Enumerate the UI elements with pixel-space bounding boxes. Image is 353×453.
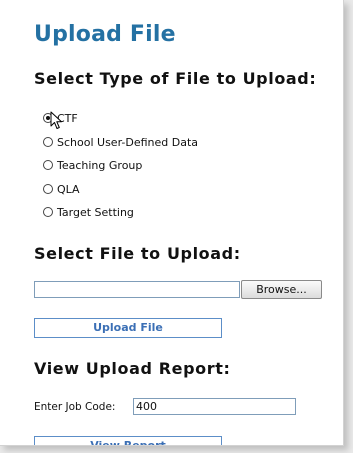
radio-button-icon[interactable]: [43, 184, 53, 194]
page-title: Upload File: [34, 22, 176, 47]
view-report-button[interactable]: View Report: [34, 436, 222, 445]
radio-option-label: School User-Defined Data: [57, 135, 199, 149]
radio-option-school-user-defined-data[interactable]: School User-Defined Data: [43, 134, 198, 150]
job-code-input[interactable]: [133, 398, 296, 415]
upload-file-button[interactable]: Upload File: [34, 318, 222, 338]
radio-option-label: Target Setting: [57, 205, 134, 219]
file-path-input[interactable]: [34, 281, 240, 298]
radio-option-label: Teaching Group: [57, 158, 143, 172]
radio-option-target-setting[interactable]: Target Setting: [43, 204, 134, 220]
radio-button-icon[interactable]: [43, 160, 53, 170]
file-select-heading: Select File to Upload:: [34, 244, 241, 263]
radio-option-qla[interactable]: QLA: [43, 181, 80, 197]
job-code-label: Enter Job Code:: [34, 401, 116, 413]
browse-button[interactable]: Browse...: [241, 280, 322, 299]
radio-button-icon[interactable]: [43, 137, 53, 147]
upload-file-panel: Upload File Select Type of File to Uploa…: [0, 0, 344, 446]
upload-report-heading: View Upload Report:: [34, 359, 231, 378]
radio-option-teaching-group[interactable]: Teaching Group: [43, 157, 142, 173]
radio-button-icon[interactable]: [43, 207, 53, 217]
radio-option-label: QLA: [57, 182, 80, 196]
file-type-heading: Select Type of File to Upload:: [34, 69, 317, 88]
mouse-pointer-icon: [50, 111, 62, 129]
